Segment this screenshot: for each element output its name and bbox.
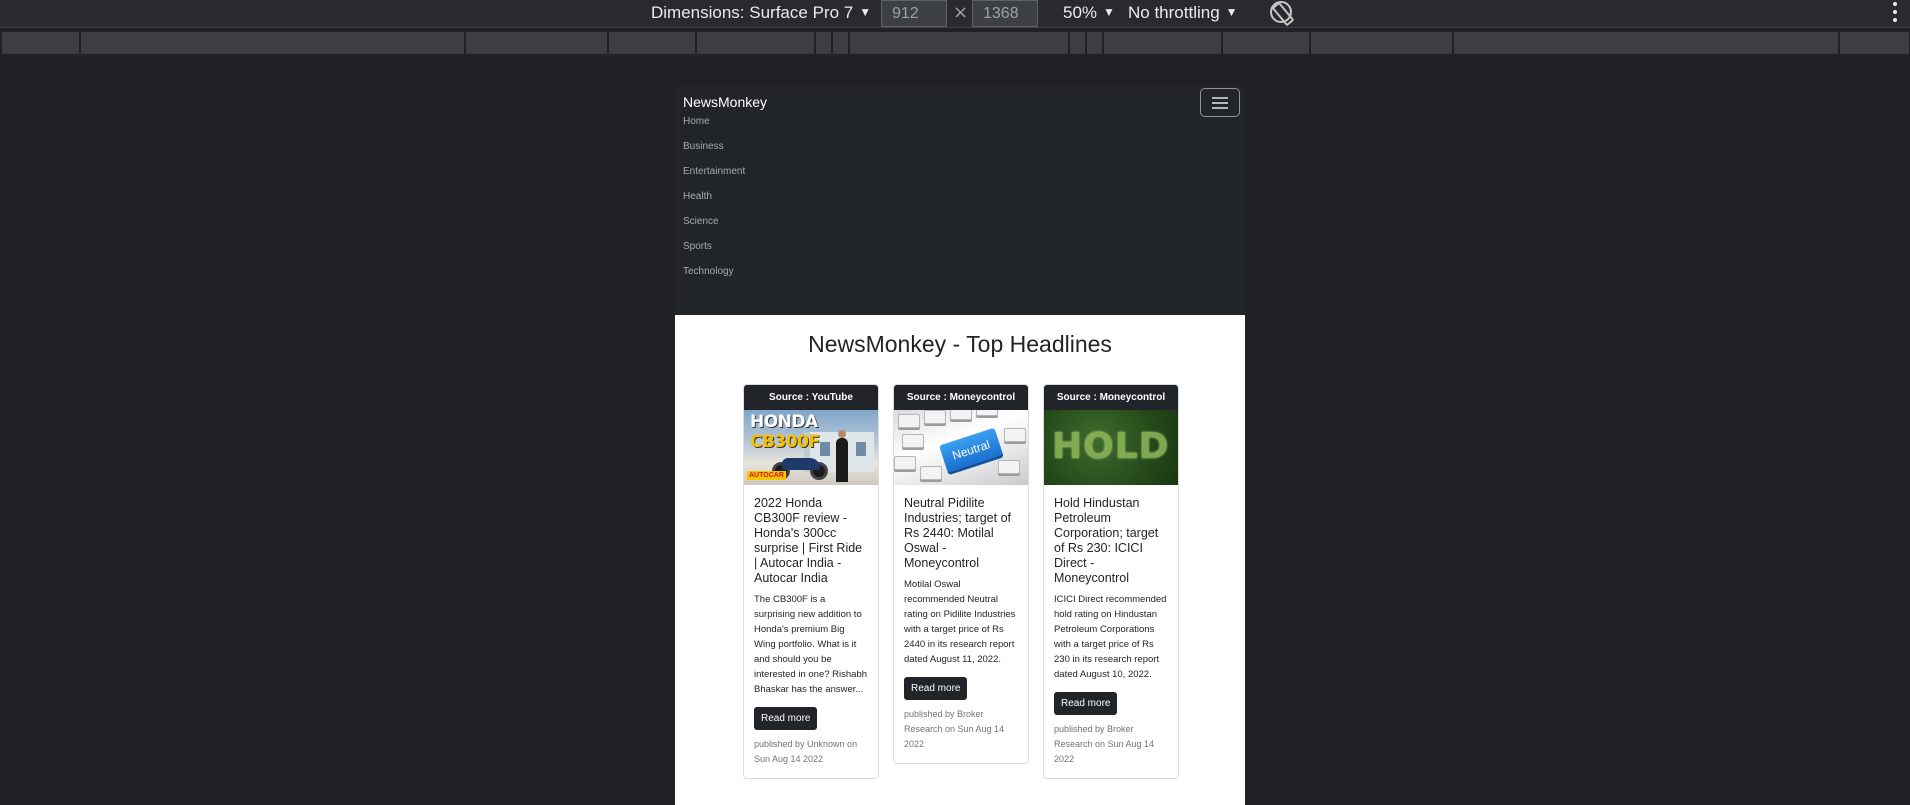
nav-item-sports[interactable]: Sports	[683, 241, 712, 252]
zoom-select[interactable]: 50% ▼	[1063, 0, 1115, 28]
device-select[interactable]: Dimensions: Surface Pro 7 ▼	[651, 0, 871, 28]
rotate-icon[interactable]	[1270, 1, 1292, 23]
throttling-select[interactable]: No throttling ▼	[1128, 0, 1238, 28]
source-badge: Source : Moneycontrol	[894, 385, 1028, 410]
media-query-segment[interactable]	[2, 32, 80, 54]
hold-grass-text: HOLD	[1052, 426, 1170, 467]
card-title: Neutral Pidilite Industries; target of R…	[904, 496, 1012, 570]
card-meta: published by Broker Research on Sun Aug …	[904, 709, 1005, 749]
nav-item-science[interactable]: Science	[683, 216, 719, 227]
more-options-icon[interactable]	[1893, 2, 1897, 26]
nav-item-health[interactable]: Health	[683, 191, 712, 202]
card-description: The CB300F is a surprising new addition …	[754, 594, 868, 695]
media-query-segment[interactable]	[697, 32, 815, 54]
nav-item-business[interactable]: Business	[683, 141, 724, 152]
media-query-segment[interactable]	[850, 32, 1069, 54]
card-title: Hold Hindustan Petroleum Corporation; ta…	[1054, 496, 1159, 585]
nav-item-entertainment[interactable]: Entertainment	[683, 166, 745, 177]
media-query-segment[interactable]	[1311, 32, 1453, 54]
width-input[interactable]: 912	[881, 0, 947, 27]
source-badge: Source : Moneycontrol	[1044, 385, 1178, 410]
hamburger-icon	[1212, 97, 1228, 99]
card-meta: published by Broker Research on Sun Aug …	[1054, 724, 1155, 764]
dimension-separator: ×	[953, 2, 969, 23]
height-input[interactable]: 1368	[972, 0, 1038, 27]
card-title: 2022 Honda CB300F review - Honda's 300cc…	[754, 496, 863, 585]
news-thumbnail[interactable]: HOLD	[1044, 410, 1178, 485]
media-query-segment[interactable]	[833, 32, 849, 54]
media-query-segment[interactable]	[609, 32, 696, 54]
media-query-segment[interactable]	[816, 32, 832, 54]
media-query-segment[interactable]	[81, 32, 465, 54]
card-description: Motilal Oswal recommended Neutral rating…	[904, 579, 1016, 665]
media-query-segment[interactable]	[1087, 32, 1103, 54]
news-thumbnail[interactable]: HONDA CB300F AUTOCAR	[744, 410, 878, 485]
nav-item-technology[interactable]: Technology	[683, 266, 734, 277]
media-query-segment[interactable]	[1223, 32, 1310, 54]
media-query-bar	[0, 32, 1910, 54]
read-more-button[interactable]: Read more	[754, 707, 818, 730]
device-toolbar: Dimensions: Surface Pro 7 ▼ 912 × 1368 50…	[0, 0, 1910, 28]
navbar-brand[interactable]: NewsMonkey	[683, 94, 767, 110]
navbar: NewsMonkey Home Business Entertainment H…	[675, 85, 1245, 315]
chevron-down-icon: ▼	[1225, 5, 1238, 19]
media-query-segment[interactable]	[1104, 32, 1222, 54]
media-query-segment[interactable]	[1454, 32, 1839, 54]
autocar-logo: AUTOCAR	[747, 471, 786, 480]
news-card: Source : YouTube HONDA CB300F AUTOCAR 20…	[743, 384, 879, 779]
device-label: Dimensions: Surface Pro 7	[651, 3, 854, 22]
news-card: Source : Moneycontrol HOLD Hold Hindusta…	[1043, 384, 1179, 779]
chevron-down-icon: ▼	[859, 5, 872, 19]
media-query-segment[interactable]	[1840, 32, 1910, 54]
zoom-label: 50%	[1063, 3, 1098, 22]
navbar-toggler-button[interactable]	[1200, 88, 1240, 117]
neutral-key-image: Neutral	[939, 427, 1003, 473]
chevron-down-icon: ▼	[1103, 5, 1115, 19]
media-query-segment[interactable]	[466, 32, 608, 54]
nav-item-home[interactable]: Home	[683, 116, 710, 127]
card-meta: published by Unknown on Sun Aug 14 2022	[754, 739, 858, 764]
throttling-label: No throttling	[1128, 3, 1220, 22]
card-description: ICICI Direct recommended hold rating on …	[1054, 594, 1167, 680]
news-thumbnail[interactable]: Neutral	[894, 410, 1028, 485]
media-query-segment[interactable]	[1070, 32, 1086, 54]
read-more-button[interactable]: Read more	[904, 677, 968, 700]
page-title: NewsMonkey - Top Headlines	[808, 331, 1112, 357]
news-card: Source : Moneycontrol Neutral Neutral Pi…	[893, 384, 1029, 764]
thumbnail-headline: HONDA CB300F	[750, 412, 820, 452]
source-badge: Source : YouTube	[744, 385, 878, 410]
read-more-button[interactable]: Read more	[1054, 692, 1118, 715]
emulated-viewport: NewsMonkey Home Business Entertainment H…	[675, 85, 1245, 805]
